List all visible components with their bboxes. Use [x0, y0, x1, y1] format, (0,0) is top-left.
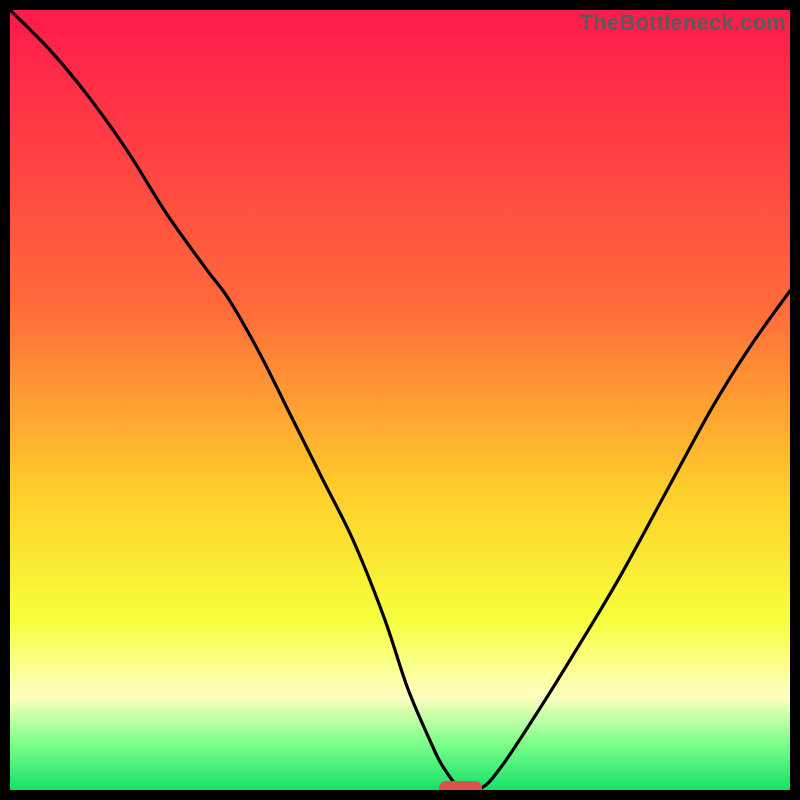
watermark-text: TheBottleneck.com — [580, 10, 786, 36]
optimal-marker — [439, 781, 482, 790]
bottleneck-curve — [10, 10, 790, 790]
plot-area — [10, 10, 790, 790]
curve-path — [10, 10, 790, 790]
chart-frame: TheBottleneck.com — [0, 0, 800, 800]
